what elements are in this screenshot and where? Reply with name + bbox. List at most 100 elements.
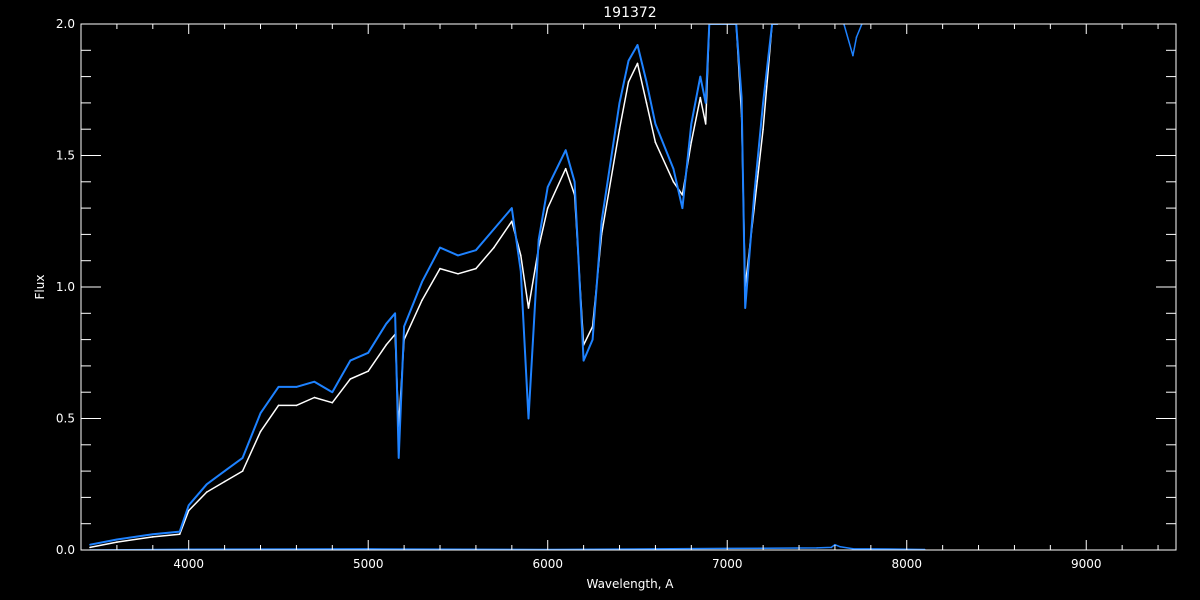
y-tick-label: 0.0 <box>56 543 75 557</box>
data-point <box>511 207 513 209</box>
data-point <box>645 102 648 104</box>
data-point <box>537 238 540 241</box>
data-point <box>331 391 334 394</box>
data-point <box>259 412 262 415</box>
data-point <box>618 102 621 104</box>
data-point <box>520 254 522 257</box>
data-point <box>223 470 226 472</box>
data-point <box>699 75 702 78</box>
data-point <box>205 483 208 486</box>
chart-title: 191372 <box>603 5 656 21</box>
data-point <box>385 323 388 325</box>
data-point <box>385 344 388 346</box>
data-point <box>457 273 459 275</box>
data-point <box>116 538 118 541</box>
data-point <box>313 396 316 399</box>
data-point <box>740 96 743 99</box>
data-point <box>830 546 833 549</box>
x-tick-label: 9000 <box>1071 557 1102 571</box>
data-point <box>600 220 603 223</box>
data-point <box>704 102 707 104</box>
data-point <box>546 186 549 188</box>
data-point <box>241 470 244 472</box>
data-point <box>699 96 702 99</box>
data-point <box>349 378 352 380</box>
data-point <box>295 386 298 388</box>
y-tick-label: 1.5 <box>56 149 75 163</box>
x-tick-label: 5000 <box>353 557 384 571</box>
data-point <box>457 254 459 257</box>
data-point <box>259 430 262 433</box>
data-point <box>277 404 280 407</box>
data-point <box>690 123 693 125</box>
data-point <box>618 128 621 130</box>
data-point <box>241 457 244 459</box>
data-point <box>152 536 154 538</box>
x-tick-label: 7000 <box>712 557 743 571</box>
data-point <box>645 81 648 83</box>
data-point <box>654 141 657 144</box>
data-point <box>855 36 858 38</box>
data-point <box>527 307 530 309</box>
data-point <box>636 44 639 46</box>
data-point <box>852 547 854 550</box>
data-point <box>681 207 684 209</box>
data-point <box>89 546 91 549</box>
data-point <box>564 167 567 170</box>
data-point <box>591 338 594 341</box>
data-point <box>331 401 334 404</box>
data-point <box>367 352 370 354</box>
data-point <box>313 380 316 383</box>
x-tick-label: 8000 <box>891 557 922 571</box>
data-point <box>89 543 91 546</box>
data-point <box>205 491 208 493</box>
y-tick-label: 0.5 <box>56 412 75 426</box>
data-point <box>520 270 522 273</box>
data-point <box>564 149 567 151</box>
data-point <box>627 60 630 62</box>
data-point <box>672 167 675 170</box>
data-point <box>493 228 495 230</box>
data-point <box>704 123 707 125</box>
data-point <box>295 404 298 407</box>
data-point <box>672 181 675 183</box>
data-point <box>223 480 226 483</box>
data-point <box>753 194 755 196</box>
data-point <box>475 267 477 270</box>
data-point <box>187 504 190 507</box>
x-tick-label: 6000 <box>532 557 563 571</box>
flux-chart: 191372 4000 5000 6000 7000 8000 9000 0.0 0.5 1.0… <box>0 0 1200 600</box>
data-point <box>116 541 118 543</box>
data-point <box>582 359 585 362</box>
y-tick-label: 1.0 <box>56 280 75 294</box>
data-point <box>397 457 400 459</box>
data-point <box>744 307 746 309</box>
data-point <box>403 325 405 328</box>
data-point <box>493 246 495 249</box>
data-point <box>439 246 441 249</box>
data-point <box>475 249 477 251</box>
data-point <box>852 54 854 57</box>
x-tick-label: 4000 <box>173 557 204 571</box>
data-point <box>690 141 693 144</box>
data-point <box>839 546 842 548</box>
x-axis-label: Wavelength, A <box>586 577 674 591</box>
data-point <box>421 280 423 283</box>
data-point <box>527 417 530 420</box>
chart-background <box>0 0 1200 600</box>
data-point <box>511 220 513 223</box>
data-point <box>421 299 423 301</box>
y-axis-label: Flux <box>33 275 47 300</box>
data-point <box>573 181 576 183</box>
data-point <box>178 533 181 535</box>
data-point <box>627 81 630 83</box>
data-point <box>636 62 639 65</box>
data-point <box>349 359 352 362</box>
y-tick-label: 2.0 <box>56 17 75 31</box>
data-point <box>762 128 764 130</box>
data-point <box>546 207 549 209</box>
data-point <box>277 386 280 388</box>
data-point <box>394 312 396 315</box>
data-point <box>178 530 181 533</box>
data-point <box>816 547 818 549</box>
